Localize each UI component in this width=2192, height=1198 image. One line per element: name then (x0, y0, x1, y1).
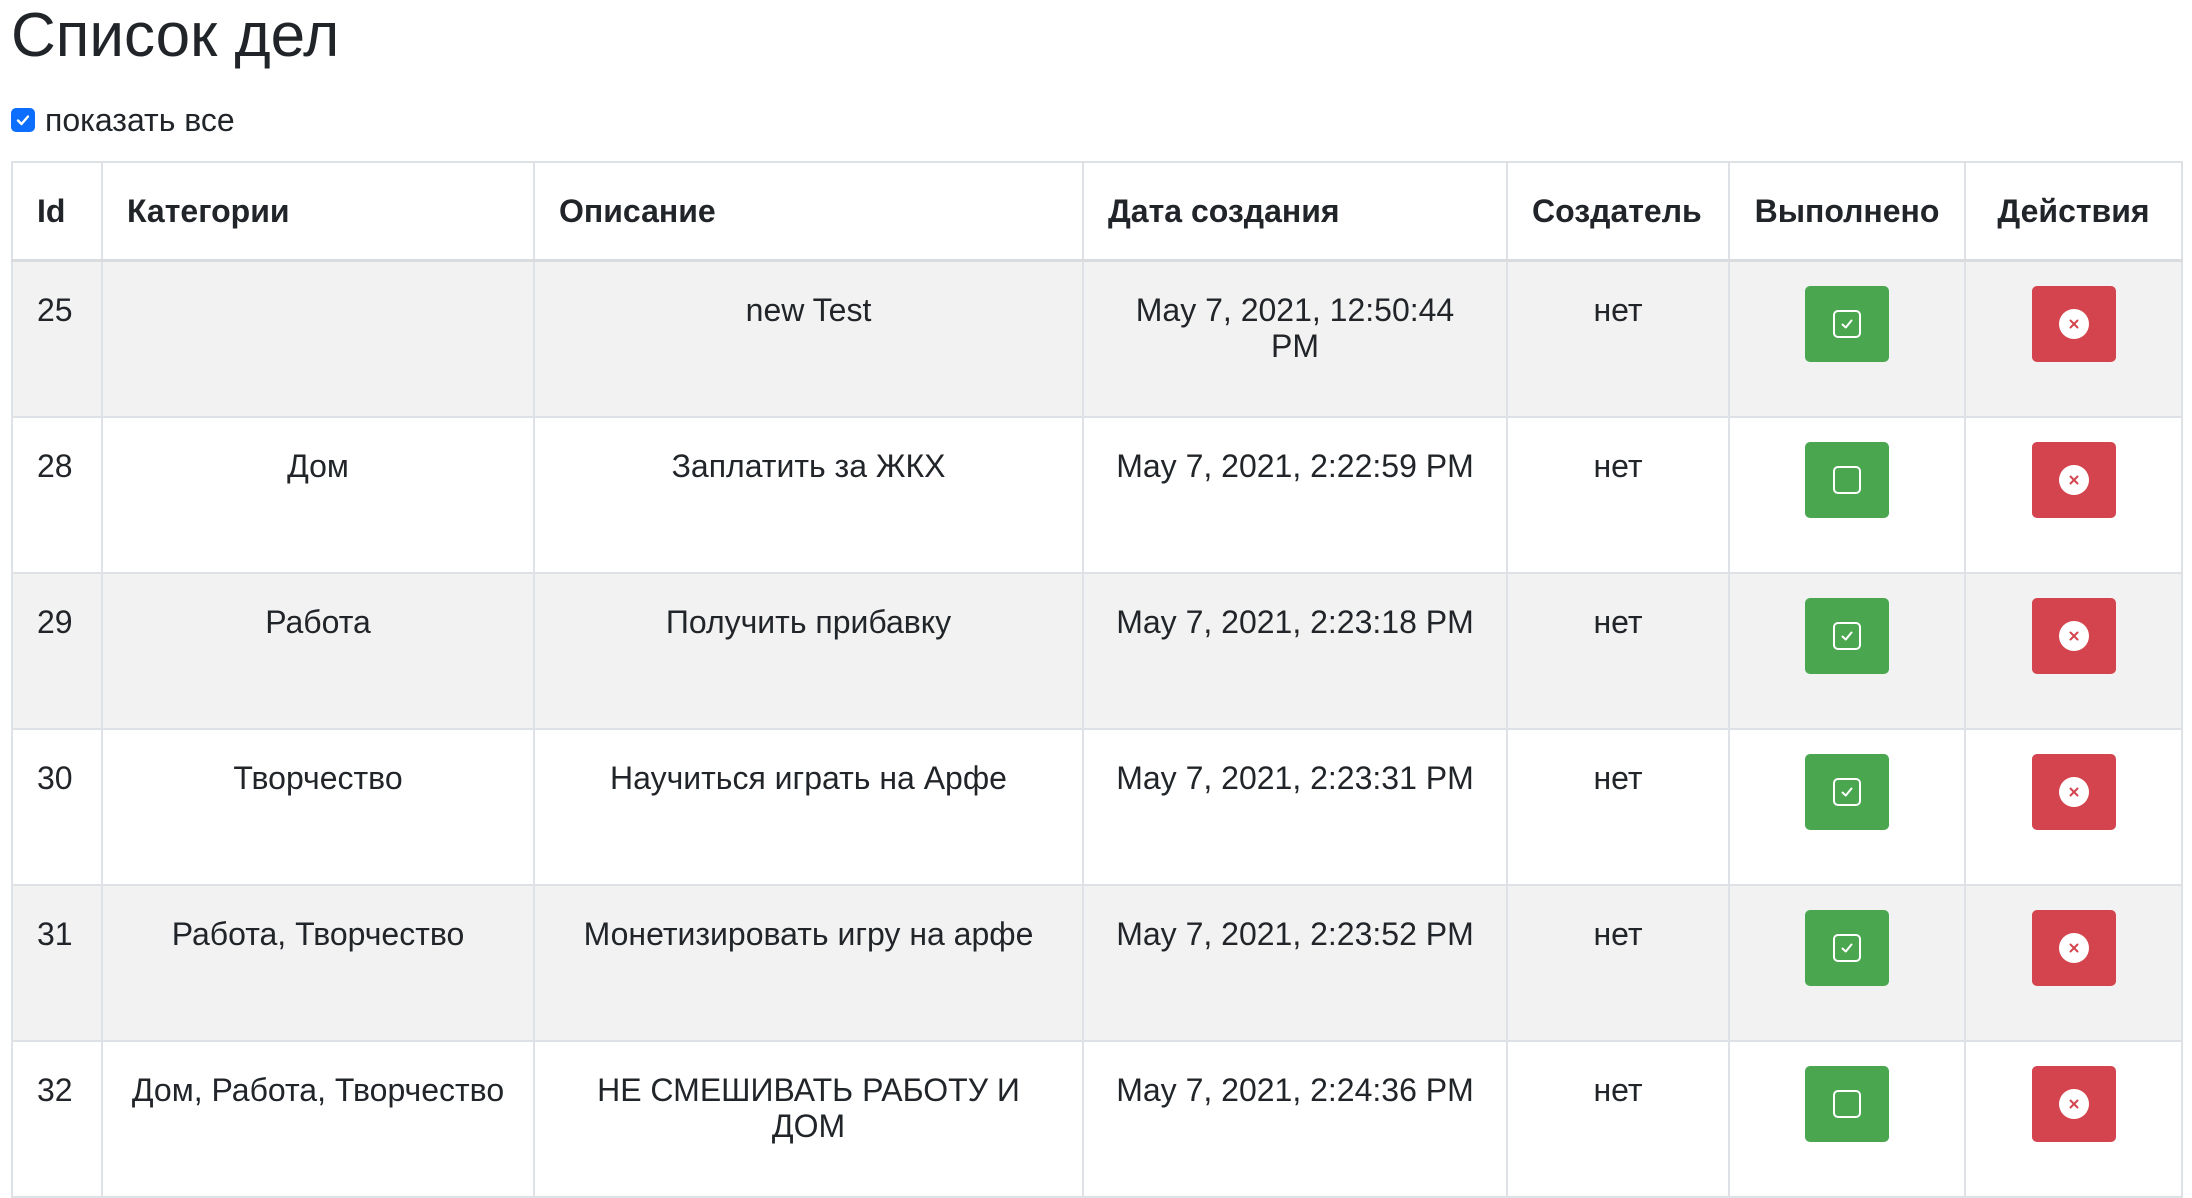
cell-id: 30 (11, 728, 103, 886)
cell-categories: Дом (101, 416, 535, 574)
show-all-checkbox[interactable] (11, 108, 35, 132)
delete-button[interactable] (2031, 754, 2116, 830)
header-id: Id (11, 161, 103, 262)
square-icon (1833, 466, 1861, 494)
cell-categories (101, 259, 535, 418)
cell-creator: нет (1506, 1040, 1730, 1198)
cell-description: Получить прибавку (533, 572, 1084, 730)
cell-done (1728, 259, 1966, 418)
toggle-done-button[interactable] (1805, 598, 1889, 674)
x-circle-icon (2058, 777, 2089, 807)
cell-created: May 7, 2021, 2:22:59 PM (1082, 416, 1508, 574)
cell-id: 31 (11, 884, 103, 1042)
cell-description: Заплатить за ЖКХ (533, 416, 1084, 574)
show-all-label: показать все (45, 102, 235, 138)
cell-done (1728, 572, 1966, 730)
delete-button[interactable] (2031, 286, 2116, 362)
cell-creator: нет (1506, 884, 1730, 1042)
delete-button[interactable] (2031, 598, 2116, 674)
check-square-icon (1833, 310, 1861, 338)
table-row: 31 Работа, Творчество Монетизировать игру … (11, 884, 2183, 1042)
cell-categories: Работа (101, 572, 535, 730)
header-actions: Действия (1964, 161, 2183, 262)
cell-done (1728, 884, 1966, 1042)
cell-actions (1964, 1040, 2183, 1198)
header-categories: Категории (101, 161, 535, 262)
cell-description: Монетизировать игру на арфе (533, 884, 1084, 1042)
cell-id: 25 (11, 259, 103, 418)
header-done: Выполнено (1728, 161, 1966, 262)
cell-created: May 7, 2021, 2:23:52 PM (1082, 884, 1508, 1042)
cell-description: Научиться играть на Арфе (533, 728, 1084, 886)
toggle-done-button[interactable] (1805, 1066, 1889, 1142)
header-creator: Создатель (1506, 161, 1730, 262)
cell-done (1728, 416, 1966, 574)
x-circle-icon (2058, 933, 2089, 963)
x-circle-icon (2058, 309, 2089, 339)
toggle-done-button[interactable] (1805, 286, 1889, 362)
cell-done (1728, 1040, 1966, 1198)
header-created: Дата создания (1082, 161, 1508, 262)
table-row: 30 Творчество Научиться играть на Арфе May … (11, 728, 2183, 886)
header-description: Описание (533, 161, 1084, 262)
toggle-done-button[interactable] (1805, 754, 1889, 830)
page: Список дел показать все Id Категории Опи… (11, 0, 2183, 1198)
cell-created: May 7, 2021, 2:23:18 PM (1082, 572, 1508, 730)
x-circle-icon (2058, 621, 2089, 651)
cell-categories: Творчество (101, 728, 535, 886)
cell-created: May 7, 2021, 2:24:36 PM (1082, 1040, 1508, 1198)
table-row: 25 new Test May 7, 2021, 12:50:44 PM нет (11, 259, 2183, 418)
square-icon (1833, 1090, 1861, 1118)
check-square-icon (1833, 622, 1861, 650)
cell-created: May 7, 2021, 2:23:31 PM (1082, 728, 1508, 886)
cell-description: new Test (533, 259, 1084, 418)
table-header-row: Id Категории Описание Дата создания Созд… (11, 161, 2183, 262)
cell-id: 32 (11, 1040, 103, 1198)
cell-creator: нет (1506, 572, 1730, 730)
check-square-icon (1833, 934, 1861, 962)
checkmark-icon (16, 115, 30, 126)
toggle-done-button[interactable] (1805, 442, 1889, 518)
cell-id: 28 (11, 416, 103, 574)
cell-description: НЕ СМЕШИВАТЬ РАБОТУ И ДОМ (533, 1040, 1084, 1198)
cell-creator: нет (1506, 416, 1730, 574)
show-all-toggle[interactable]: показать все (11, 94, 2181, 146)
delete-button[interactable] (2031, 442, 2116, 518)
toggle-done-button[interactable] (1805, 910, 1889, 986)
check-square-icon (1833, 778, 1861, 806)
delete-button[interactable] (2031, 910, 2116, 986)
table-row: 32 Дом, Работа, Творчество НЕ СМЕШИВАТЬ РА… (11, 1040, 2183, 1198)
cell-id: 29 (11, 572, 103, 730)
cell-creator: нет (1506, 728, 1730, 886)
cell-creator: нет (1506, 259, 1730, 418)
cell-created: May 7, 2021, 12:50:44 PM (1082, 259, 1508, 418)
table-row: 28 Дом Заплатить за ЖКХ May 7, 2021, 2:22:5… (11, 416, 2183, 574)
todo-table: Id Категории Описание Дата создания Созд… (11, 161, 2183, 1198)
table-row: 29 Работа Получить прибавку May 7, 2021, 2:… (11, 572, 2183, 730)
page-title: Список дел (11, 1, 340, 70)
cell-actions (1964, 259, 2183, 418)
delete-button[interactable] (2031, 1066, 2116, 1142)
cell-done (1728, 728, 1966, 886)
cell-actions (1964, 728, 2183, 886)
cell-actions (1964, 572, 2183, 730)
cell-actions (1964, 884, 2183, 1042)
cell-categories: Дом, Работа, Творчество (101, 1040, 535, 1198)
cell-actions (1964, 416, 2183, 574)
x-circle-icon (2058, 465, 2089, 495)
cell-categories: Работа, Творчество (101, 884, 535, 1042)
x-circle-icon (2058, 1089, 2089, 1119)
